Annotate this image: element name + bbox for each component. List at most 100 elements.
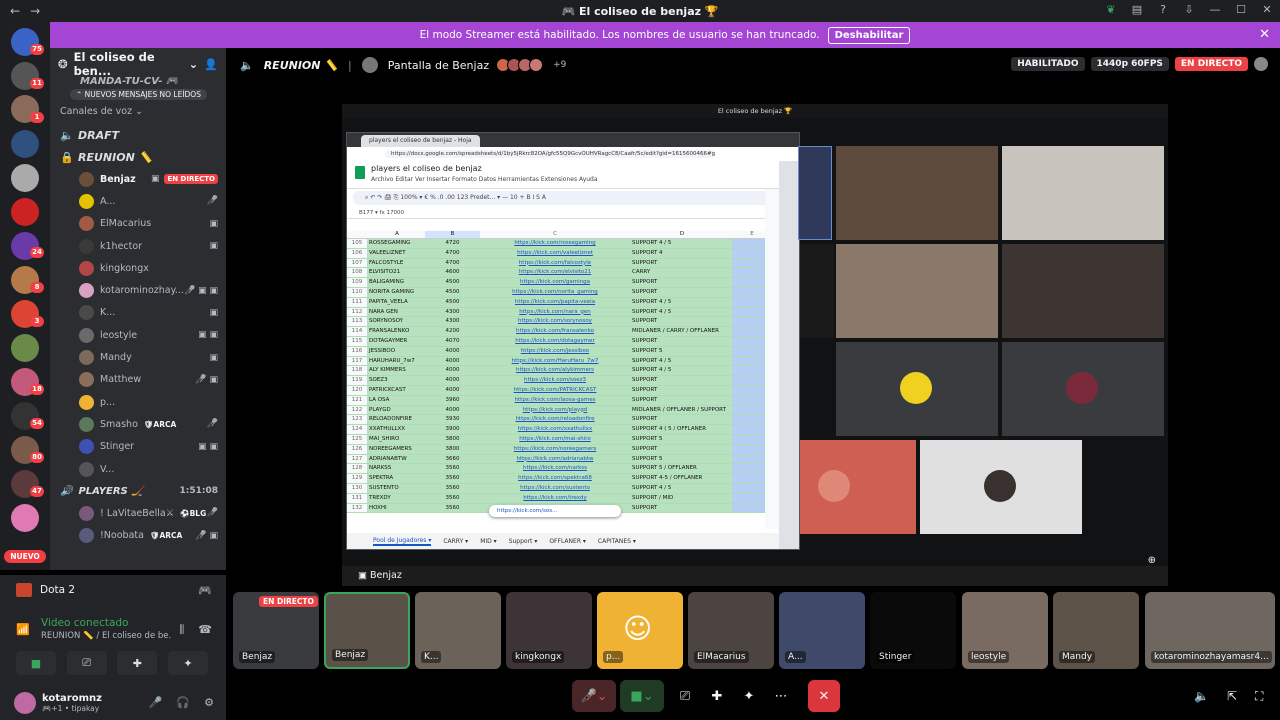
participant-tile[interactable]: Benjaz EN DIRECTO [233,592,319,669]
voice-member[interactable]: Smasho 🛡ARCA 🎤̸ [50,413,226,435]
shared-screen[interactable]: El coliseo de benjaz 🏆 players el colise… [342,104,1168,586]
more-options-button[interactable]: ⋯ [768,680,794,712]
participant-tile[interactable]: p... ☺ [597,592,683,669]
channel-reunion[interactable]: 🔒 REUNION 📏 [50,146,226,168]
signal-icon[interactable]: 📶 [16,623,30,636]
volume-icon[interactable]: 🔈 [1194,689,1209,703]
camera-button[interactable]: ■⌄ [620,680,664,712]
member-name: k1hector [100,240,143,252]
channel-players[interactable]: 🔊 PLAYERS 🏒 1:51:08 [50,480,226,502]
avatar[interactable] [14,691,36,714]
quality-badge[interactable]: 1440p 60FPS [1090,57,1169,71]
disconnect-button[interactable]: ✕ [808,680,840,712]
forward-arrow-icon[interactable]: → [30,4,40,18]
add-member-icon[interactable]: 👤 [204,58,218,71]
gear-icon[interactable]: ⚙ [204,696,214,709]
activity-panel[interactable]: Dota 2 🎮 [0,575,226,605]
new-badge[interactable]: NUEVO [4,550,46,563]
participant-tile[interactable]: Mandy [1053,592,1139,669]
close-icon[interactable]: ✕ [1259,27,1270,42]
table-cell: SUPPORT [630,415,732,425]
mic-muted-button[interactable]: 🎤̸⌄ [572,680,616,712]
camera-button[interactable]: ■ [16,651,56,675]
server-icon[interactable] [11,164,39,192]
new-messages-pill[interactable]: ⌃ NUEVOS MENSAJES NO LEÍDOS [70,89,207,100]
member-status-icons: 🎤̸ [207,196,218,206]
sheet-menu: Archivo Editar Ver Insertar Formato Dato… [371,176,598,183]
download-icon[interactable]: ⇩ [1182,3,1196,16]
participant-tile[interactable]: Stinger [870,592,956,669]
voice-member[interactable]: Matthew 🎤̸ ▣ [50,369,226,391]
voice-member[interactable]: kotarominozhay... 🎤̸ ▣ ▣ [50,279,226,301]
inbox-icon[interactable]: ▤ [1130,3,1144,16]
status-icons: 🎤̸ ▣ [195,530,218,541]
table-cell: PLAYGD [367,405,425,415]
browser-tabs: players el coliseo de benjaz - Hoja [347,133,799,147]
participant-tile[interactable]: kotarominozhayamasr4... [1145,592,1275,669]
voice-member[interactable]: Mandy ▣ [50,346,226,368]
server-icon[interactable] [11,334,39,362]
popout-icon[interactable]: ⇱ [1227,689,1237,703]
leaf-icon[interactable]: ❦ [1104,3,1118,16]
voice-member[interactable]: kingkongx [50,257,226,279]
fullscreen-icon[interactable]: ⛶ [1255,689,1263,704]
screenshare-button[interactable]: ⎚ [66,651,107,675]
voice-member[interactable]: V... [50,458,226,480]
server-icon[interactable] [11,130,39,158]
voice-member[interactable]: A... 🎤̸ [50,190,226,212]
voice-member[interactable]: k1hector ▣ [50,235,226,257]
avatar [79,416,94,432]
back-arrow-icon[interactable]: ← [10,4,20,18]
noise-suppression-icon[interactable]: ⫼ [179,623,184,637]
server-icon[interactable] [11,504,39,532]
voice-member[interactable]: Stinger ▣ ▣ [50,436,226,458]
voice-member[interactable]: K... ▣ [50,302,226,324]
table-cell: MIDLANER / CARRY / OFFLANER [630,327,732,336]
screenshare-button[interactable]: ⎚ [672,680,698,712]
voice-member[interactable]: !Noobata 🛡ARCA 🎤̸ ▣ [50,524,226,546]
participant-tile[interactable]: A... [779,592,865,669]
table-cell: 115 [347,336,367,346]
maximize-button[interactable]: ☐ [1234,3,1248,16]
headphones-icon[interactable]: 🎧 [176,696,190,709]
mic-muted-icon[interactable]: 🎤 [149,696,163,709]
soundboard-button[interactable]: ✦ [736,680,762,712]
voice-member[interactable]: ! LaVitaeBella⚔ ⚽BLG 🎤̸ [50,502,226,524]
member-name: ElMacarius [100,218,152,230]
help-icon[interactable]: ? [1156,3,1170,16]
table-row: 120 PATRICKCAST 4000 https://kick.com/PATRI… [347,385,773,396]
zoom-icon[interactable]: ⊕ [1148,555,1156,566]
server-icon[interactable] [11,198,39,226]
minimize-button[interactable]: — [1208,3,1222,16]
voice-member[interactable]: Benjaz ▣ EN DIRECTO [50,168,226,190]
participant-tile[interactable]: kingkongx [506,592,592,669]
status-icons: ▣ ▣ [198,441,218,452]
participant-tile[interactable]: K... [415,592,501,669]
voice-member[interactable]: p... [50,391,226,413]
avatar [900,372,932,404]
viewer-avatars[interactable] [496,58,544,72]
streamer-mode-banner: El modo Streamer está habilitado. Los no… [50,22,1280,48]
table-cell: 127 [347,454,367,464]
disable-streamer-button[interactable]: Deshabilitar [827,26,911,44]
avatar [79,193,94,209]
activities-button[interactable]: ✚ [704,680,730,712]
table-row: 131 TREXDY 3560 https://kick.com/trexdy SUPP… [347,493,773,504]
soundboard-button[interactable]: ✦ [167,651,208,675]
voice-member[interactable]: leostyle ▣ ▣ [50,324,226,346]
voice-location[interactable]: REUNION 📏 / El coliseo de be... [41,631,171,641]
participant-tile[interactable]: leostyle [962,592,1048,669]
controller-icon[interactable]: 🎮 [198,584,226,597]
table-row: 122 PLAYGD 4000 https://kick.com/playgd MIDL… [347,405,773,416]
disconnect-icon[interactable]: ☎ [198,623,212,637]
voice-member[interactable]: ElMacarius ▣ [50,213,226,235]
close-button[interactable]: ✕ [1260,3,1274,16]
participant-tile[interactable]: ElMacarius [688,592,774,669]
channel-draft[interactable]: 🔈 DRAFT [50,124,226,146]
table-cell: 4000 [425,346,480,356]
table-cell: https://kick.com/mai-shiro [480,434,630,444]
activities-button[interactable]: ✚ [117,651,158,675]
voice-status[interactable]: Video conectado [41,617,128,629]
avatar[interactable] [1254,57,1268,71]
participant-tile[interactable]: Benjaz [324,592,410,669]
